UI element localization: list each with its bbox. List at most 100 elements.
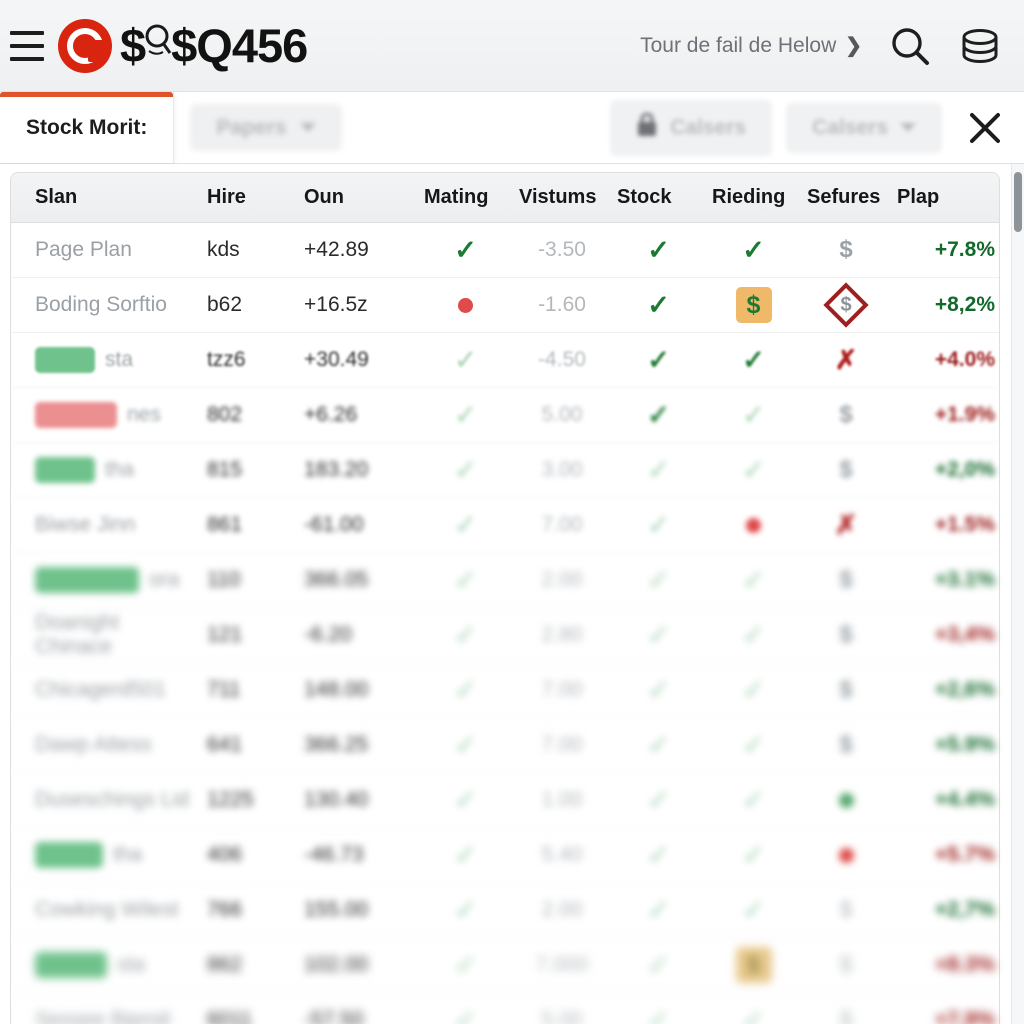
- cell-rieding: [706, 517, 801, 533]
- table-row[interactable]: Boding Sorftio b62 +16.5z -1.60 ✓ $ $ +8,2%: [11, 278, 999, 333]
- cell-sefures: $: [801, 733, 891, 757]
- cell-rieding: ✓: [706, 566, 801, 594]
- tab-stock-monitor[interactable]: Stock Morit:: [0, 92, 175, 163]
- cell-sefures: $: [801, 238, 891, 262]
- cell-mating: ✓: [418, 951, 513, 979]
- sefures-x-icon: ✗: [834, 344, 858, 375]
- rieding-check-icon: ✓: [742, 784, 765, 815]
- cell-hire: b62: [207, 293, 243, 316]
- cell-stock: ✓: [611, 949, 706, 980]
- cell-vistums: 5.00: [541, 1008, 583, 1024]
- table-row[interactable]: Cowking Wilest 766 155.00 ✓ 2.00 ✓ ✓ $ +2,7%: [11, 883, 999, 938]
- cell-slan-wrap: tha: [11, 457, 201, 483]
- stock-check-icon: ✓: [647, 949, 670, 980]
- stock-check-icon: ✓: [647, 454, 670, 485]
- table-row[interactable]: ora 110 366.05 ✓ 2.00 ✓ ✓ $ +3.1%: [11, 553, 999, 608]
- search-icon[interactable]: [888, 24, 932, 68]
- cell-sefures: $: [801, 458, 891, 482]
- cell-oun: 102.00: [304, 953, 369, 976]
- cell-sefures: $: [801, 898, 891, 922]
- cell-rieding: ✓: [706, 399, 801, 430]
- sefures-dollar-icon: $: [839, 896, 853, 923]
- cell-slan: ora: [149, 568, 180, 591]
- mating-check-icon: ✓: [454, 564, 477, 595]
- cell-oun: -57.50: [304, 1008, 364, 1024]
- cell-hire: 862: [207, 953, 243, 976]
- column-header-vistums[interactable]: Vistums: [513, 186, 611, 209]
- cell-stock: ✓: [611, 511, 706, 539]
- cell-oun: 148.00: [304, 678, 369, 701]
- cell-sefures: $: [801, 285, 891, 325]
- cell-mating: ✓: [418, 401, 513, 429]
- table-row[interactable]: Chicagerd501 711 148.00 ✓ 7.00 ✓ ✓ $ +2,6%: [11, 663, 999, 718]
- column-header-hire[interactable]: Hire: [201, 186, 298, 209]
- row-badge: [35, 402, 117, 428]
- cell-rieding: ✓: [706, 621, 801, 649]
- table-row[interactable]: tha 815 183.20 ✓ 3.00 ✓ ✓ $ +2,0%: [11, 443, 999, 498]
- cell-vistums: 3.00: [541, 458, 583, 481]
- rieding-check-icon: ✓: [742, 344, 765, 375]
- cell-plap: +4.0%: [934, 348, 995, 371]
- column-header-rieding[interactable]: Rieding: [706, 186, 801, 209]
- cell-vistums: 5.00: [541, 403, 583, 426]
- cell-slan-wrap: sta: [11, 952, 201, 978]
- cell-hire: kds: [207, 238, 240, 261]
- hamburger-icon[interactable]: [6, 25, 48, 67]
- table-row[interactable]: Duseschings Lid 1225 130.40 ✓ 1.00 ✓ ✓ +4.4%: [11, 773, 999, 828]
- page-title: $ $Q456: [120, 19, 308, 72]
- sefures-status-dot: [838, 847, 854, 863]
- cell-oun: 130.40: [304, 788, 369, 811]
- cell-sefures: $: [801, 1008, 891, 1024]
- calsers-dropdown-button[interactable]: Calsers: [786, 102, 942, 153]
- table-row[interactable]: sta 862 102.00 ✓ 7.000 ✓ $ $ +8.3%: [11, 938, 999, 993]
- cell-stock: ✓: [611, 1006, 706, 1024]
- table-row[interactable]: tha 406 -46.73 ✓ 5.40 ✓ ✓ +5.7%: [11, 828, 999, 883]
- column-header-sefures[interactable]: Sefures: [801, 186, 891, 209]
- cell-hire: 802: [207, 403, 243, 426]
- close-icon[interactable]: [962, 105, 1008, 151]
- cell-slan: Doanight Chinace: [35, 611, 120, 658]
- rieding-money-badge-icon: $: [735, 287, 772, 323]
- tab-papers-dropdown[interactable]: Papers: [190, 104, 343, 151]
- stock-check-icon: ✓: [647, 729, 670, 760]
- column-header-plap[interactable]: Plap: [891, 186, 1001, 209]
- header-breadcrumb-link[interactable]: Tour de fail de Helow ❯: [640, 33, 862, 58]
- row-badge: [35, 842, 103, 868]
- cell-slan-wrap: Biwse Jinn: [11, 513, 201, 537]
- cell-slan: Cowking Wilest: [35, 898, 179, 921]
- rieding-check-icon: ✓: [742, 399, 765, 430]
- table-row[interactable]: Biwse Jinn 861 -61.00 ✓ 7.00 ✓ ✗ +1.5%: [11, 498, 999, 553]
- cell-hire: 815: [207, 458, 243, 481]
- cell-stock: ✓: [611, 346, 706, 374]
- table-row[interactable]: sta tzz6 +30.49 ✓ -4.50 ✓ ✓ ✗ +4.0%: [11, 333, 999, 388]
- table-scrollbar[interactable]: [1011, 164, 1024, 1024]
- table-row[interactable]: nes 802 +6.26 ✓ 5.00 ✓ ✓ $ +1.9%: [11, 388, 999, 443]
- cell-vistums: 2.00: [541, 568, 583, 591]
- rieding-check-icon: ✓: [742, 234, 765, 265]
- cell-plap: +2,6%: [934, 678, 995, 701]
- table-row[interactable]: Page Plan kds +42.89 ✓ -3.50 ✓ ✓ $ +7.8%: [11, 223, 999, 278]
- stock-check-icon: ✓: [647, 894, 670, 925]
- mating-check-icon: ✓: [454, 784, 477, 815]
- app-header: $ $Q456 Tour de fail de Helow ❯: [0, 0, 1024, 92]
- column-header-oun[interactable]: Oun: [298, 186, 418, 209]
- table-row[interactable]: Doanight Chinace 121 -6.20 ✓ 2.80 ✓ ✓ $ +3,4%: [11, 608, 999, 663]
- cell-hire: 861: [207, 513, 243, 536]
- cell-plap: +7,9%: [934, 1008, 995, 1024]
- scrollbar-thumb[interactable]: [1014, 172, 1022, 232]
- cell-hire: tzz6: [207, 348, 246, 371]
- rieding-check-icon: ✓: [742, 674, 765, 705]
- column-header-mating[interactable]: Mating: [418, 186, 513, 209]
- column-header-slan[interactable]: Slan: [11, 186, 201, 209]
- sefures-status-dot: [838, 792, 854, 808]
- cell-sefures: ✗: [801, 511, 891, 539]
- cell-slan: nes: [127, 403, 161, 426]
- column-header-stock[interactable]: Stock: [611, 186, 706, 209]
- database-stack-icon[interactable]: [958, 24, 1002, 68]
- table-row[interactable]: Sessee Biproit 6011 -57.50 ✓ 5.00 ✓ ✓ $ +7,9%: [11, 993, 999, 1024]
- cell-hire: 6011: [207, 1008, 253, 1024]
- cell-mating: ✓: [418, 564, 513, 595]
- calsers-lock-button[interactable]: Calsers: [610, 99, 773, 156]
- table-row[interactable]: Dawp Attess 641 366.25 ✓ 7.00 ✓ ✓ $ +5.9%: [11, 718, 999, 773]
- sefures-dollar-icon: $: [839, 456, 853, 483]
